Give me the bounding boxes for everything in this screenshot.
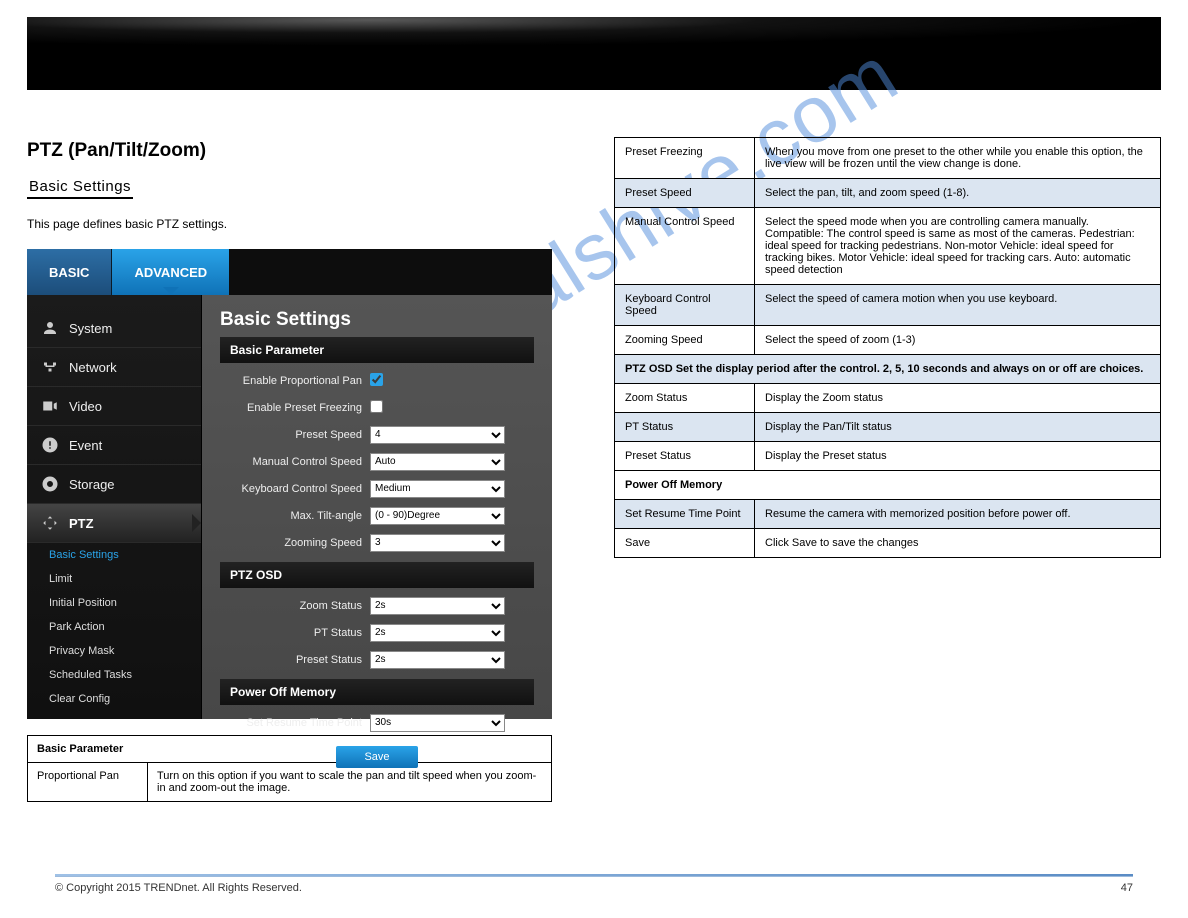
table-row-desc: Display the Pan/Tilt status — [755, 413, 1161, 442]
table-row-desc: Select the speed of zoom (1-3) — [755, 326, 1161, 355]
table-row-desc: Resume the camera with memorized positio… — [755, 500, 1161, 529]
table-row-label: Preset Speed — [615, 179, 755, 208]
table-row-desc: When you move from one preset to the oth… — [755, 138, 1161, 179]
table-row-desc: Turn on this option if you want to scale… — [148, 763, 552, 802]
table-row-label: Set Resume Time Point — [615, 500, 755, 529]
user-settings-icon — [41, 319, 59, 337]
table-row-label: Keyboard Control Speed — [615, 285, 755, 326]
submenu-limit[interactable]: Limit — [27, 567, 201, 591]
keyboard-control-speed-select[interactable]: Medium — [370, 480, 505, 498]
sidebar-item-label: Video — [69, 399, 102, 414]
sidebar-item-label: System — [69, 321, 112, 336]
network-icon — [41, 358, 59, 376]
table-row-label: Preset Freezing — [615, 138, 755, 179]
tab-advanced[interactable]: ADVANCED — [112, 249, 229, 295]
subsection-desc: This page defines basic PTZ settings. — [27, 217, 574, 231]
field-label: Zooming Speed — [220, 537, 370, 549]
submenu-initial-position[interactable]: Initial Position — [27, 591, 201, 615]
sidebar-item-ptz[interactable]: PTZ — [27, 504, 201, 543]
table-row-desc: Select the pan, tilt, and zoom speed (1-… — [755, 179, 1161, 208]
video-icon — [41, 397, 59, 415]
table-section-header: Power Off Memory — [615, 471, 1161, 500]
footer-page-number: 47 — [1121, 882, 1133, 894]
storage-icon — [41, 475, 59, 493]
sidebar: System Network Video Event Storage PTZ B… — [27, 295, 202, 719]
field-label: PT Status — [220, 627, 370, 639]
field-label: Zoom Status — [220, 600, 370, 612]
sidebar-item-label: Storage — [69, 477, 115, 492]
submenu-clear-config[interactable]: Clear Config — [27, 687, 201, 711]
save-button[interactable]: Save — [336, 746, 417, 768]
settings-screenshot: BASIC ADVANCED System Network Video Even… — [27, 249, 552, 719]
field-label: Preset Status — [220, 654, 370, 666]
field-label: Set Resume Time Point — [220, 717, 370, 729]
page-header-banner — [27, 17, 1161, 90]
table-row-desc: Select the speed mode when you are contr… — [755, 208, 1161, 285]
zoom-status-select[interactable]: 2s — [370, 597, 505, 615]
alert-icon — [41, 436, 59, 454]
proportional-pan-checkbox[interactable] — [370, 373, 383, 386]
submenu-scheduled-tasks[interactable]: Scheduled Tasks — [27, 663, 201, 687]
table-section-header: PTZ OSD Set the display period after the… — [615, 355, 1161, 384]
section-title: PTZ (Pan/Tilt/Zoom) — [27, 140, 574, 162]
group-power-off-memory: Power Off Memory — [220, 679, 534, 705]
sidebar-item-label: Network — [69, 360, 117, 375]
footer-copyright: © Copyright 2015 TRENDnet. All Rights Re… — [55, 882, 302, 894]
sidebar-item-event[interactable]: Event — [27, 426, 201, 465]
table-row-label: Manual Control Speed — [615, 208, 755, 285]
left-column: PTZ (Pan/Tilt/Zoom) Basic Settings This … — [27, 115, 574, 888]
table-row-desc: Display the Zoom status — [755, 384, 1161, 413]
sidebar-item-network[interactable]: Network — [27, 348, 201, 387]
preset-freezing-checkbox[interactable] — [370, 400, 383, 413]
table-row-label: Save — [615, 529, 755, 558]
sidebar-item-system[interactable]: System — [27, 309, 201, 348]
pt-status-select[interactable]: 2s — [370, 624, 505, 642]
sidebar-item-video[interactable]: Video — [27, 387, 201, 426]
tab-basic[interactable]: BASIC — [27, 249, 112, 295]
subsection-title: Basic Settings — [27, 168, 133, 199]
submenu-park-action[interactable]: Park Action — [27, 615, 201, 639]
table-row-label: PT Status — [615, 413, 755, 442]
zooming-speed-select[interactable]: 3 — [370, 534, 505, 552]
table-row-label: Zoom Status — [615, 384, 755, 413]
preset-speed-select[interactable]: 4 — [370, 426, 505, 444]
table-row-label: Preset Status — [615, 442, 755, 471]
right-column: Preset FreezingWhen you move from one pr… — [614, 115, 1161, 888]
ptz-icon — [41, 514, 59, 532]
table-row-label: Zooming Speed — [615, 326, 755, 355]
sidebar-item-storage[interactable]: Storage — [27, 465, 201, 504]
field-label: Manual Control Speed — [220, 456, 370, 468]
field-label: Keyboard Control Speed — [220, 483, 370, 495]
settings-panel: Basic Settings Basic Parameter Enable Pr… — [202, 295, 552, 719]
group-ptz-osd: PTZ OSD — [220, 562, 534, 588]
table-row-desc: Select the speed of camera motion when y… — [755, 285, 1161, 326]
table-row-label: Proportional Pan — [28, 763, 148, 802]
max-tilt-angle-select[interactable]: (0 - 90)Degree — [370, 507, 505, 525]
field-label: Preset Speed — [220, 429, 370, 441]
field-label: Max. Tilt-angle — [220, 510, 370, 522]
table-row-desc: Display the Preset status — [755, 442, 1161, 471]
panel-title: Basic Settings — [220, 309, 534, 331]
group-basic-parameter: Basic Parameter — [220, 337, 534, 363]
table-row-desc: Click Save to save the changes — [755, 529, 1161, 558]
submenu-privacy-mask[interactable]: Privacy Mask — [27, 639, 201, 663]
right-description-table: Preset FreezingWhen you move from one pr… — [614, 137, 1161, 558]
manual-control-speed-select[interactable]: Auto — [370, 453, 505, 471]
preset-status-select[interactable]: 2s — [370, 651, 505, 669]
resume-time-point-select[interactable]: 30s — [370, 714, 505, 732]
sidebar-item-label: Event — [69, 438, 102, 453]
sidebar-item-label: PTZ — [69, 516, 94, 531]
submenu-basic-settings[interactable]: Basic Settings — [27, 543, 201, 567]
field-label: Enable Proportional Pan — [220, 375, 370, 387]
page-footer: © Copyright 2015 TRENDnet. All Rights Re… — [55, 882, 1133, 894]
field-label: Enable Preset Freezing — [220, 402, 370, 414]
footer-rule — [55, 874, 1133, 876]
